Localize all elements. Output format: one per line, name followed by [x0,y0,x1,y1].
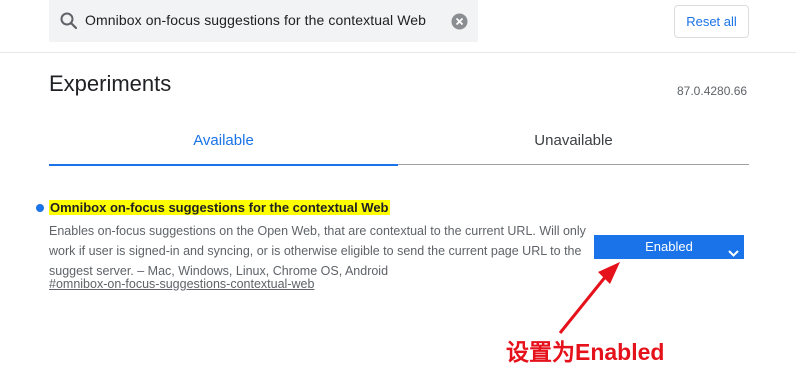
annotation-text: 设置为Enabled [506,339,665,365]
annotation-arrow [558,262,620,334]
